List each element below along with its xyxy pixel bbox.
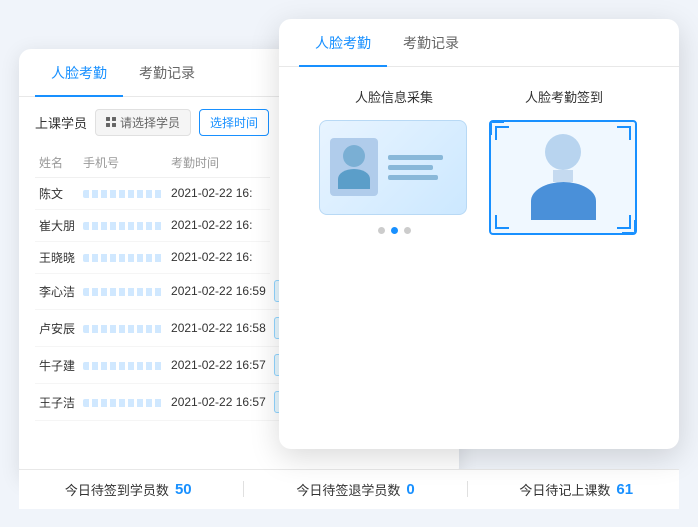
status-item-checkout: 今日待签退学员数 0 <box>296 480 414 499</box>
col-name: 姓名 <box>35 148 79 178</box>
phone-mask <box>83 190 163 198</box>
id-line-1 <box>388 155 443 160</box>
phone-mask <box>83 288 163 296</box>
face-collection-title: 人脸信息采集 <box>319 87 469 106</box>
status-item-checkin: 今日待签到学员数 50 <box>65 480 192 499</box>
face-scan-frame[interactable] <box>489 120 637 235</box>
grid-icon <box>106 117 116 127</box>
status-label-checkout: 今日待签退学员数 <box>296 480 400 499</box>
phone-mask <box>83 254 163 262</box>
phone-mask <box>83 222 163 230</box>
front-card-tabs: 人脸考勤 考勤记录 <box>279 19 679 67</box>
phone-mask <box>83 362 163 370</box>
corner-tl-icon <box>495 126 509 140</box>
select-time-btn[interactable]: 选择时间 <box>199 109 269 136</box>
tab-attendance-record-front[interactable]: 考勤记录 <box>387 19 475 67</box>
tab-face-attendance-back[interactable]: 人脸考勤 <box>35 49 123 97</box>
dot-2[interactable] <box>391 227 398 234</box>
select-student-btn[interactable]: 请选择学员 <box>95 109 191 136</box>
person-body <box>531 182 596 220</box>
status-num-checkin: 50 <box>175 481 192 498</box>
dot-3[interactable] <box>404 227 411 234</box>
status-num-checkout: 0 <box>406 481 414 498</box>
face-collection-section: 人脸信息采集 <box>319 87 469 235</box>
col-time: 考勤时间 <box>167 148 270 178</box>
avatar-body <box>338 169 370 189</box>
id-line-2 <box>388 165 433 170</box>
status-divider-2 <box>467 481 468 497</box>
status-item-class: 今日待记上课数 61 <box>519 480 633 499</box>
face-sections: 人脸信息采集 <box>299 87 659 235</box>
tab-attendance-record-back[interactable]: 考勤记录 <box>123 49 211 97</box>
front-card: 人脸考勤 考勤记录 人脸信息采集 <box>279 19 679 449</box>
col-phone: 手机号 <box>79 148 167 178</box>
phone-mask <box>83 399 163 407</box>
status-bar: 今日待签到学员数 50 今日待签退学员数 0 今日待记上课数 61 <box>19 469 679 509</box>
tab-face-attendance-front[interactable]: 人脸考勤 <box>299 19 387 67</box>
status-divider-1 <box>243 481 244 497</box>
status-label-checkin: 今日待签到学员数 <box>65 480 169 499</box>
status-num-class: 61 <box>616 481 633 498</box>
person-neck <box>553 170 573 182</box>
face-attendance-section: 人脸考勤签到 <box>489 87 639 235</box>
front-card-body: 人脸信息采集 <box>279 67 679 255</box>
id-avatar <box>330 138 378 196</box>
phone-mask <box>83 325 163 333</box>
avatar-head <box>343 145 365 167</box>
carousel-dots <box>319 227 469 234</box>
dot-1[interactable] <box>378 227 385 234</box>
face-attendance-title: 人脸考勤签到 <box>489 87 639 106</box>
corner-bl-icon <box>495 215 509 229</box>
face-id-card[interactable] <box>319 120 467 215</box>
id-lines <box>388 155 456 180</box>
student-label: 上课学员 <box>35 113 87 132</box>
id-line-3 <box>388 175 438 180</box>
corner-br-icon <box>617 215 631 229</box>
status-label-class: 今日待记上课数 <box>519 480 610 499</box>
face-person <box>531 134 596 220</box>
corner-tr-icon <box>617 126 631 140</box>
person-head <box>545 134 581 170</box>
